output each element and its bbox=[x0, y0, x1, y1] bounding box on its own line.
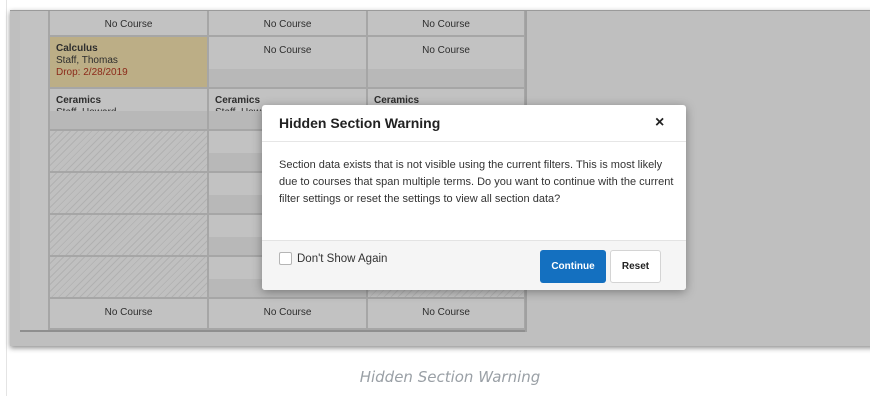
schedule-cell[interactable]: No Course bbox=[209, 37, 368, 89]
dialog-title: Hidden Section Warning bbox=[279, 115, 441, 131]
course-name: Calculus bbox=[56, 43, 98, 54]
unavailable-cell bbox=[50, 215, 209, 257]
schedule-cell[interactable]: No Course bbox=[368, 299, 526, 330]
ceramics-section-cell[interactable]: Ceramics Staff, Howard bbox=[50, 89, 209, 131]
figure-caption: Hidden Section Warning bbox=[359, 368, 541, 386]
schedule-cell[interactable]: No Course bbox=[368, 37, 526, 89]
dont-show-again-label: Don't Show Again bbox=[297, 252, 388, 265]
dialog-footer: Don't Show Again Continue Reset bbox=[262, 240, 686, 290]
unavailable-cell bbox=[50, 173, 209, 215]
no-course-label: No Course bbox=[263, 307, 312, 318]
schedule-cell[interactable]: No Course bbox=[209, 299, 368, 330]
teacher-name: Staff, Thomas bbox=[56, 55, 118, 66]
dont-show-again-checkbox[interactable] bbox=[279, 252, 292, 265]
close-icon[interactable]: × bbox=[655, 114, 664, 132]
no-course-label: No Course bbox=[422, 19, 470, 30]
calculus-section-cell[interactable]: Calculus Staff, Thomas Drop: 2/28/2019 bbox=[50, 37, 209, 89]
no-course-label: No Course bbox=[263, 19, 312, 30]
unavailable-cell bbox=[50, 131, 209, 173]
hidden-section-warning-dialog: Hidden Section Warning × Section data ex… bbox=[262, 105, 686, 290]
schedule-cell[interactable]: No Course bbox=[50, 11, 209, 37]
no-course-label: No Course bbox=[422, 307, 470, 318]
dialog-message: Section data exists that is not visible … bbox=[279, 159, 674, 205]
grid-bottom-border bbox=[20, 330, 526, 332]
unavailable-cell bbox=[50, 257, 209, 299]
no-course-label: No Course bbox=[422, 45, 470, 56]
schedule-cell[interactable]: No Course bbox=[368, 11, 526, 37]
period-column bbox=[20, 11, 50, 332]
no-course-label: No Course bbox=[104, 19, 153, 30]
drop-date: Drop: 2/28/2019 bbox=[56, 67, 128, 78]
continue-button[interactable]: Continue bbox=[540, 250, 606, 283]
reset-button[interactable]: Reset bbox=[610, 250, 661, 283]
schedule-cell[interactable]: No Course bbox=[209, 11, 368, 37]
left-rule bbox=[6, 0, 7, 396]
schedule-cell[interactable]: No Course bbox=[50, 299, 209, 330]
no-course-label: No Course bbox=[104, 307, 153, 318]
dialog-header: Hidden Section Warning × bbox=[262, 105, 686, 142]
dont-show-again-option[interactable]: Don't Show Again bbox=[279, 252, 387, 265]
no-course-label: No Course bbox=[263, 45, 312, 56]
course-name: Ceramics bbox=[56, 95, 102, 106]
